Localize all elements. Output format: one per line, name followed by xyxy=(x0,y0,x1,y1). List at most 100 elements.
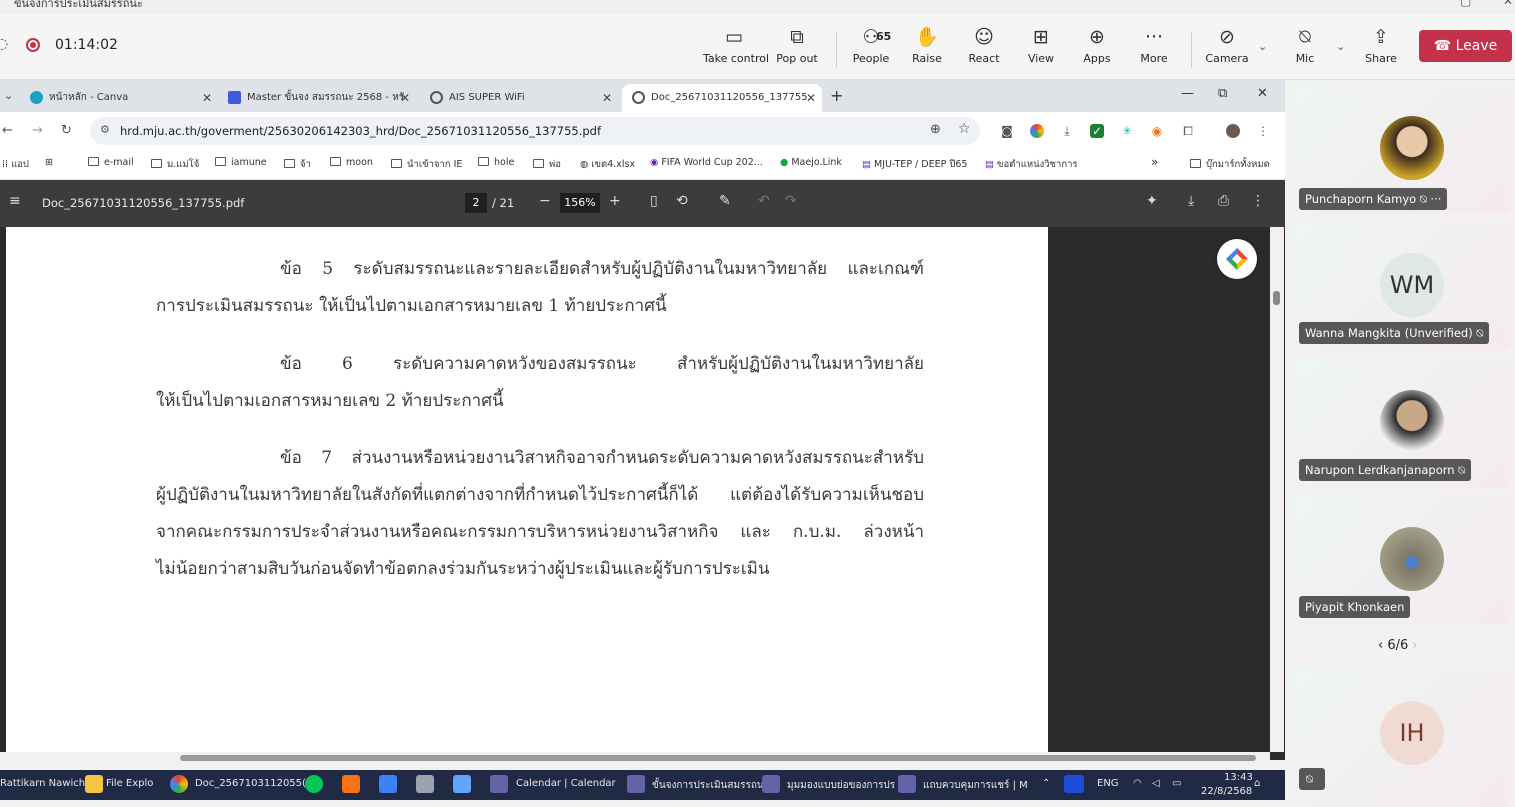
profile-avatar[interactable] xyxy=(1226,124,1240,138)
scroll-thumb[interactable] xyxy=(180,755,1256,761)
bookmark-folder[interactable]: พ่อ xyxy=(533,157,561,172)
app-icon[interactable] xyxy=(342,775,360,793)
fit-page-icon[interactable]: ▯ xyxy=(650,193,658,209)
zoom-in-icon[interactable]: + xyxy=(609,193,621,209)
bookmark-star-icon[interactable]: ☆ xyxy=(958,121,971,137)
battery-icon[interactable]: ▭ xyxy=(1172,778,1181,789)
close-tab-icon[interactable]: ✕ xyxy=(400,84,410,112)
leave-button[interactable]: ☎ Leave xyxy=(1419,30,1512,62)
volume-icon[interactable]: ◁ xyxy=(1152,778,1160,789)
sidebar-menu-icon[interactable]: ≡ xyxy=(9,193,21,209)
view-button[interactable]: ⊞ View xyxy=(1010,24,1072,74)
camera-extension-icon[interactable]: ◙ xyxy=(1000,124,1014,138)
bookmark-folder[interactable]: จ้า xyxy=(284,157,311,172)
close-tab-icon[interactable]: ✕ xyxy=(202,84,212,112)
tab-master-sheet[interactable]: Master ขั้นจง สมรรถนะ 2568 - หรั ✕ xyxy=(220,84,416,112)
site-info-icon[interactable]: ⚙ xyxy=(100,123,110,136)
participant-tile[interactable]: Piyapit Khonkaen xyxy=(1289,494,1511,624)
zoom-level-input[interactable]: 156% xyxy=(560,193,600,213)
participant-tile[interactable]: WM Wanna Mangkita (Unverified) ⍉ xyxy=(1289,221,1511,351)
line-icon[interactable] xyxy=(305,775,323,793)
all-bookmarks-folder[interactable]: บุ๊กมาร์กทั้งหมด xyxy=(1190,157,1270,172)
close-tab-icon[interactable]: ✕ xyxy=(806,84,816,112)
teams-icon[interactable] xyxy=(762,775,780,793)
more-button[interactable]: ··· More xyxy=(1123,24,1185,74)
tab-ais-wifi[interactable]: AIS SUPER WiFi ✕ xyxy=(422,84,618,112)
next-page-icon[interactable]: › xyxy=(1412,638,1417,653)
bookmark-link[interactable]: ▤ ขอตำแหน่งวิชาการ xyxy=(985,157,1078,172)
share-button[interactable]: ⇪ Share xyxy=(1350,24,1412,74)
bookmark-folder[interactable]: hole xyxy=(478,157,514,168)
bookmark-folder[interactable]: e-mail xyxy=(88,157,134,168)
bookmark-link[interactable]: ◉ FIFA World Cup 202... xyxy=(650,157,763,168)
bookmark-folder[interactable]: iamune xyxy=(215,157,267,168)
teams-icon[interactable] xyxy=(627,775,645,793)
orange-extension-icon[interactable]: ◉ xyxy=(1150,124,1164,138)
puzzle-icon[interactable]: ⧠ xyxy=(1181,124,1195,138)
ai-sparkle-icon[interactable]: ✦ xyxy=(1146,193,1158,209)
vertical-scrollbar[interactable] xyxy=(1270,227,1284,752)
tab-search-chevron-icon[interactable]: ⌄ xyxy=(4,89,13,102)
menu-kebab-icon[interactable]: ⋮ xyxy=(1256,124,1270,138)
print-icon[interactable]: ⎙ xyxy=(1218,193,1229,209)
restore-icon[interactable]: ▢ xyxy=(1460,0,1471,8)
more-options-icon[interactable]: ⋮ xyxy=(1251,193,1265,209)
minimize-icon[interactable]: — xyxy=(1181,86,1194,101)
language-indicator[interactable]: ENG xyxy=(1097,778,1119,789)
react-button[interactable]: ☺ React xyxy=(953,24,1015,74)
window-close-icon[interactable]: ✕ xyxy=(1257,86,1268,101)
rotate-icon[interactable]: ⟲ xyxy=(676,193,688,209)
taskbar-chrome[interactable]: Doc_2567103112055( xyxy=(195,778,306,789)
participant-tile[interactable]: IH ⍉ xyxy=(1289,667,1511,807)
sparkle-extension-icon[interactable]: ✳ xyxy=(1120,124,1134,138)
address-bar[interactable]: ⚙ hrd.mju.ac.th/goverment/25630206142303… xyxy=(90,117,980,145)
bookmark-folder[interactable]: moon xyxy=(330,157,373,168)
redo-icon[interactable]: ↷ xyxy=(785,193,797,209)
download-icon[interactable]: ⤓ xyxy=(1188,193,1194,209)
raise-hand-button[interactable]: ✋ Raise xyxy=(896,24,958,74)
teams-icon[interactable] xyxy=(490,775,508,793)
back-icon[interactable]: ← xyxy=(2,123,13,138)
camera-options-chevron-icon[interactable]: ⌄ xyxy=(1258,40,1267,53)
undo-icon[interactable]: ↶ xyxy=(758,193,770,209)
people-button[interactable]: ⚇ 65 People xyxy=(840,24,902,74)
notification-icon[interactable]: ⌂ xyxy=(1254,778,1260,789)
teams-icon[interactable] xyxy=(898,775,916,793)
taskbar-file-explorer[interactable]: File Explo xyxy=(106,778,153,789)
download-icon[interactable]: ⤓ xyxy=(1060,124,1074,138)
participant-tile[interactable]: Narupon Lerdkanjanaporn ⍉ xyxy=(1289,358,1511,488)
bookmark-apps[interactable]: ⁞⁞ แอป xyxy=(2,157,29,172)
zoom-icon[interactable]: ⊕ xyxy=(930,122,941,137)
calculator-icon[interactable] xyxy=(416,775,434,793)
forward-icon[interactable]: → xyxy=(32,123,43,138)
scroll-thumb[interactable] xyxy=(1273,291,1280,305)
tab-pdf-document[interactable]: Doc_25671031120556_137755. ✕ xyxy=(622,84,822,112)
close-tab-icon[interactable]: ✕ xyxy=(602,84,612,112)
taskbar-teams-compact[interactable]: มุมมองแบบย่อของการปร xyxy=(787,778,895,793)
taskbar-share-control[interactable]: แถบควบคุมการแชร์ | M xyxy=(923,778,1028,793)
chrome-icon[interactable] xyxy=(170,775,188,793)
camera-button[interactable]: ⊘ Camera xyxy=(1196,24,1258,74)
file-explorer-icon[interactable] xyxy=(85,775,103,793)
notepad-icon[interactable] xyxy=(453,775,471,793)
close-icon[interactable]: ✕ xyxy=(1503,0,1513,8)
taskbar-calendar[interactable]: Calendar | Calendar xyxy=(516,778,616,789)
annotate-icon[interactable]: ✎ xyxy=(719,193,731,209)
apps-button[interactable]: ⊕ Apps xyxy=(1066,24,1128,74)
wifi-icon[interactable]: ◠ xyxy=(1133,778,1142,789)
tab-canva[interactable]: หน้าหลัก - Canva ✕ xyxy=(22,84,218,112)
clock-time[interactable]: 13:43 xyxy=(1224,772,1253,783)
participant-tile[interactable]: Punchaporn Kamyo ⍉ ··· xyxy=(1289,84,1511,214)
reload-icon[interactable]: ↻ xyxy=(61,123,72,138)
zoom-out-icon[interactable]: − xyxy=(539,193,551,209)
take-control-button[interactable]: ▭ Take control xyxy=(703,24,769,74)
taskbar-teams-meeting[interactable]: ขั้นจงการประเมินสมรรถน xyxy=(652,778,764,793)
bookmark-folder[interactable]: นำเข้าจาก IE xyxy=(391,157,462,172)
bookmark-link[interactable]: ◍ เขต4.xlsx xyxy=(580,157,635,172)
horizontal-scrollbar[interactable] xyxy=(0,752,1270,764)
more-bookmarks-icon[interactable]: » xyxy=(1151,155,1158,169)
pop-out-button[interactable]: ⧉ Pop out xyxy=(766,24,828,74)
tray-chevron-icon[interactable]: ⌃ xyxy=(1042,778,1050,789)
chrome-extension-icon[interactable] xyxy=(1030,124,1044,138)
microphone-icon[interactable] xyxy=(1064,775,1084,793)
